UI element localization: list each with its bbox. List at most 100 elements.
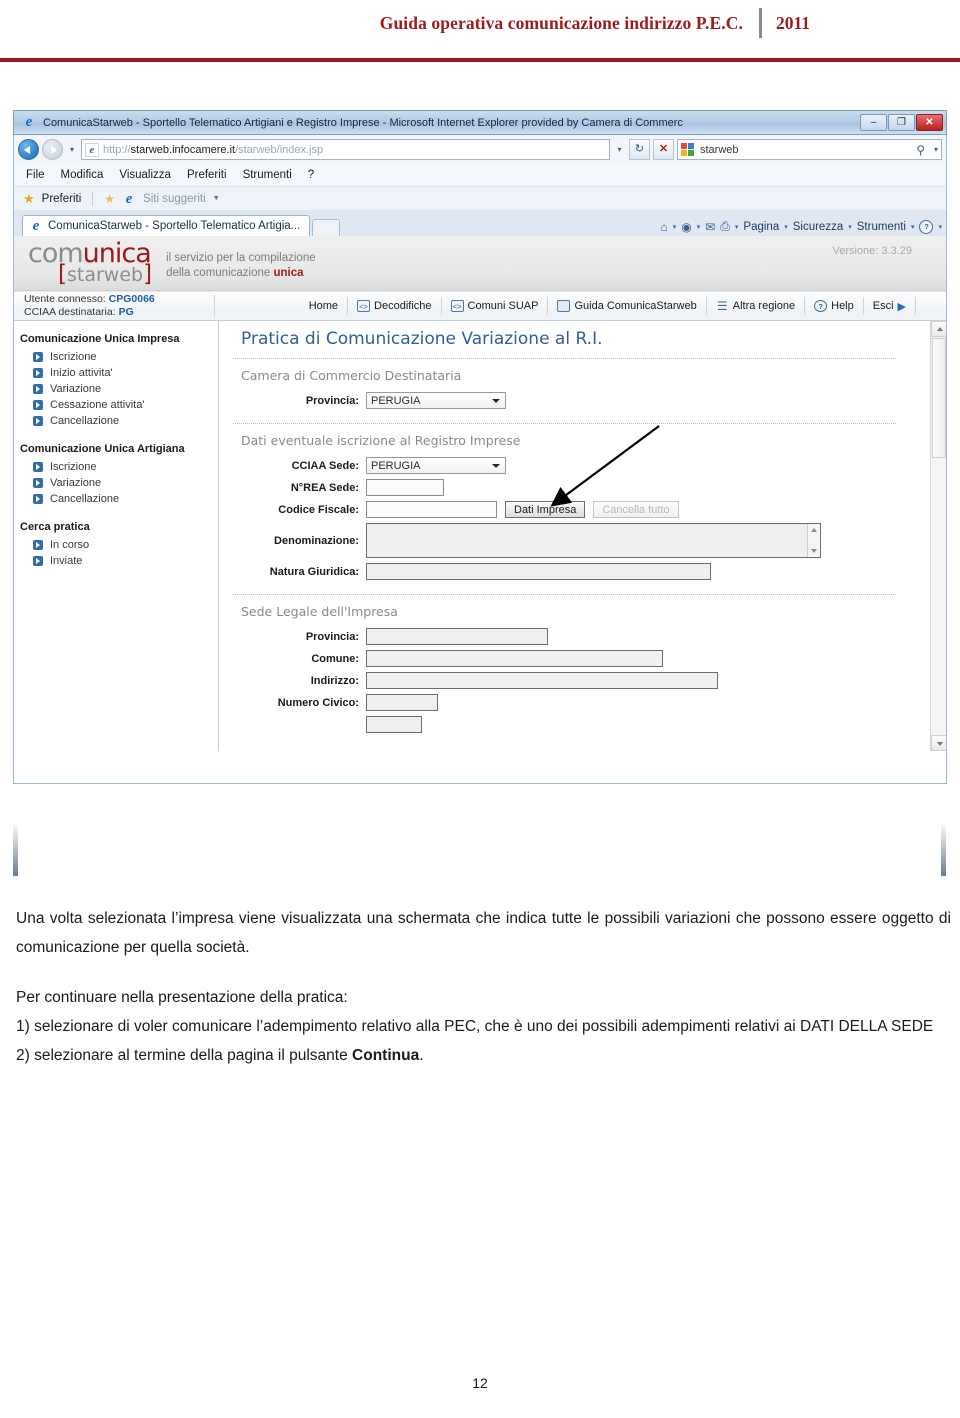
page-left-edge xyxy=(13,822,18,876)
suggested-sites-caret-icon[interactable]: ▼ xyxy=(213,195,220,202)
field-row-nrea-sede: N°REA Sede: xyxy=(233,479,946,496)
help-icon[interactable]: ? xyxy=(919,219,934,234)
sidebar-group-title-artigiana: Comunicazione Unica Artigiana xyxy=(20,443,185,455)
stop-button[interactable]: ✕ xyxy=(653,139,674,160)
suggested-sites-label[interactable]: Siti suggeriti xyxy=(143,193,206,205)
command-strumenti[interactable]: Strumenti xyxy=(857,221,906,233)
sidebar-item-impresa-variazione[interactable]: Variazione xyxy=(20,381,218,397)
browser-screenshot: ComunicaStarweb - Sportello Telematico A… xyxy=(13,110,947,822)
back-button[interactable] xyxy=(18,139,39,160)
scroll-up-icon[interactable] xyxy=(811,528,817,532)
new-tab-button[interactable] xyxy=(312,219,341,236)
home-caret-icon[interactable]: ▾ xyxy=(673,223,677,231)
document-header: Guida operativa comunicazione indirizzo … xyxy=(0,0,960,62)
sidebar-group-title-impresa: Comunicazione Unica Impresa xyxy=(20,333,180,345)
menu-item-visualizza[interactable]: Visualizza xyxy=(119,169,171,181)
app-body: Comunicazione Unica Impresa Iscrizione I… xyxy=(14,321,946,751)
maximize-button[interactable]: ❐ xyxy=(888,114,915,131)
sidebar-item-artigiana-iscrizione[interactable]: Iscrizione xyxy=(20,459,218,475)
scroll-down-icon[interactable] xyxy=(811,549,817,553)
denominazione-scrollbar[interactable] xyxy=(807,524,820,557)
tagline-line-2-text: della comunicazione xyxy=(166,267,274,279)
comunica-starweb-logo[interactable]: comunica [starweb] xyxy=(28,240,152,286)
nav-separator xyxy=(915,297,916,315)
nav-item-home[interactable]: Home xyxy=(300,300,347,312)
favorites-label[interactable]: Preferiti xyxy=(42,193,82,205)
label-sede-indirizzo: Indirizzo: xyxy=(310,674,359,687)
nav-label-help: Help xyxy=(831,300,854,312)
browser-tab[interactable]: ComunicaStarweb - Sportello Telematico A… xyxy=(22,215,311,236)
nav-item-comuni-suap[interactable]: <> Comuni SUAP xyxy=(442,300,548,312)
sidebar-item-artigiana-variazione[interactable]: Variazione xyxy=(20,475,218,491)
nav-item-esci[interactable]: Esci ▶ xyxy=(864,300,915,313)
nav-item-guida[interactable]: Guida ComunicaStarweb xyxy=(548,300,705,312)
input-codice-fiscale[interactable] xyxy=(366,501,497,518)
arrow-bullet-icon xyxy=(33,478,43,488)
close-button[interactable]: ✕ xyxy=(916,114,943,131)
minimize-button[interactable]: – xyxy=(860,114,887,131)
sicurezza-caret-icon[interactable]: ▾ xyxy=(848,223,852,231)
sidebar-item-in-corso[interactable]: In corso xyxy=(20,537,218,553)
refresh-button[interactable]: ↻ xyxy=(629,139,650,160)
menu-item-strumenti[interactable]: Strumenti xyxy=(243,169,292,181)
header-divider xyxy=(758,8,762,38)
home-icon[interactable]: ⌂ xyxy=(660,220,667,234)
sidebar-item-impresa-iscrizione[interactable]: Iscrizione xyxy=(20,349,218,365)
sidebar-item-impresa-inizio-attivita[interactable]: Inizio attivita' xyxy=(20,365,218,381)
sidebar-item-impresa-cancellazione[interactable]: Cancellazione xyxy=(20,413,218,429)
input-nrea-sede[interactable] xyxy=(366,479,444,496)
code-icon: <> xyxy=(450,300,464,312)
history-dropdown-icon[interactable]: ▾ xyxy=(66,145,78,154)
nav-label-decodifiche: Decodifiche xyxy=(374,300,432,312)
arrow-bullet-icon xyxy=(33,352,43,362)
nav-item-help[interactable]: ? Help xyxy=(805,300,863,312)
nav-item-decodifiche[interactable]: <> Decodifiche xyxy=(348,300,440,312)
label-nrea-sede: N°REA Sede: xyxy=(290,481,359,494)
main-content: Pratica di Comunicazione Variazione al R… xyxy=(219,321,946,751)
search-icon[interactable]: ⚲ xyxy=(916,143,925,157)
pagina-caret-icon[interactable]: ▾ xyxy=(784,223,788,231)
chevron-down-icon xyxy=(492,399,500,403)
feeds-caret-icon[interactable]: ▾ xyxy=(697,223,701,231)
command-pagina[interactable]: Pagina xyxy=(743,221,779,233)
search-box[interactable]: starweb ⚲ ▾ xyxy=(677,139,942,160)
search-dropdown-icon[interactable]: ▾ xyxy=(934,145,938,154)
menu-item-modifica[interactable]: Modifica xyxy=(61,169,104,181)
scroll-down-button[interactable] xyxy=(931,735,946,751)
scrollbar-thumb[interactable] xyxy=(932,338,946,458)
scroll-up-button[interactable] xyxy=(931,321,946,337)
select-cciaa-sede-value: PERUGIA xyxy=(371,459,421,472)
sidebar-item-inviate[interactable]: Inviate xyxy=(20,553,218,569)
nav-item-altra-regione[interactable]: ☰ Altra regione xyxy=(707,300,804,312)
menu-item-help[interactable]: ? xyxy=(308,169,314,181)
forward-button[interactable] xyxy=(42,139,63,160)
url-path: /starweb/index.jsp xyxy=(235,143,324,156)
url-protocol: http:// xyxy=(103,143,131,156)
print-icon[interactable]: ⎙ xyxy=(720,219,730,234)
address-input[interactable]: http://starweb.infocamere.it/starweb/ind… xyxy=(81,139,610,160)
add-favorite-icon[interactable]: ★ xyxy=(104,192,115,206)
dati-impresa-button[interactable]: Dati Impresa xyxy=(505,501,586,518)
menu-item-file[interactable]: File xyxy=(26,169,45,181)
favorites-star-icon: ★ xyxy=(23,190,35,206)
mail-icon[interactable]: ✉ xyxy=(705,220,715,234)
input-denominazione[interactable] xyxy=(366,523,821,558)
sidebar-item-artigiana-cancellazione[interactable]: Cancellazione xyxy=(20,491,218,507)
help-caret-icon[interactable]: ▾ xyxy=(938,223,942,231)
menu-item-preferiti[interactable]: Preferiti xyxy=(187,169,227,181)
feeds-icon[interactable]: ◉ xyxy=(681,220,691,234)
select-cciaa-sede[interactable]: PERUGIA xyxy=(366,457,506,474)
strumenti-caret-icon[interactable]: ▾ xyxy=(911,223,915,231)
page-number: 12 xyxy=(472,1375,488,1391)
sidebar-item-impresa-cessazione-attivita[interactable]: Cessazione attivita' xyxy=(20,397,218,413)
input-sede-extra xyxy=(366,716,422,733)
page-scrollbar[interactable] xyxy=(930,321,946,751)
app-tagline: il servizio per la compilazione della co… xyxy=(166,251,316,281)
address-dropdown-icon[interactable]: ▾ xyxy=(613,145,626,154)
print-caret-icon[interactable]: ▾ xyxy=(735,223,739,231)
field-row-cciaa-sede: CCIAA Sede: PERUGIA xyxy=(233,457,946,474)
command-sicurezza[interactable]: Sicurezza xyxy=(793,221,844,233)
input-sede-numero-civico xyxy=(366,694,438,711)
select-provincia[interactable]: PERUGIA xyxy=(366,392,506,409)
section-heading-sede-legale: Sede Legale dell'Impresa xyxy=(241,604,398,619)
